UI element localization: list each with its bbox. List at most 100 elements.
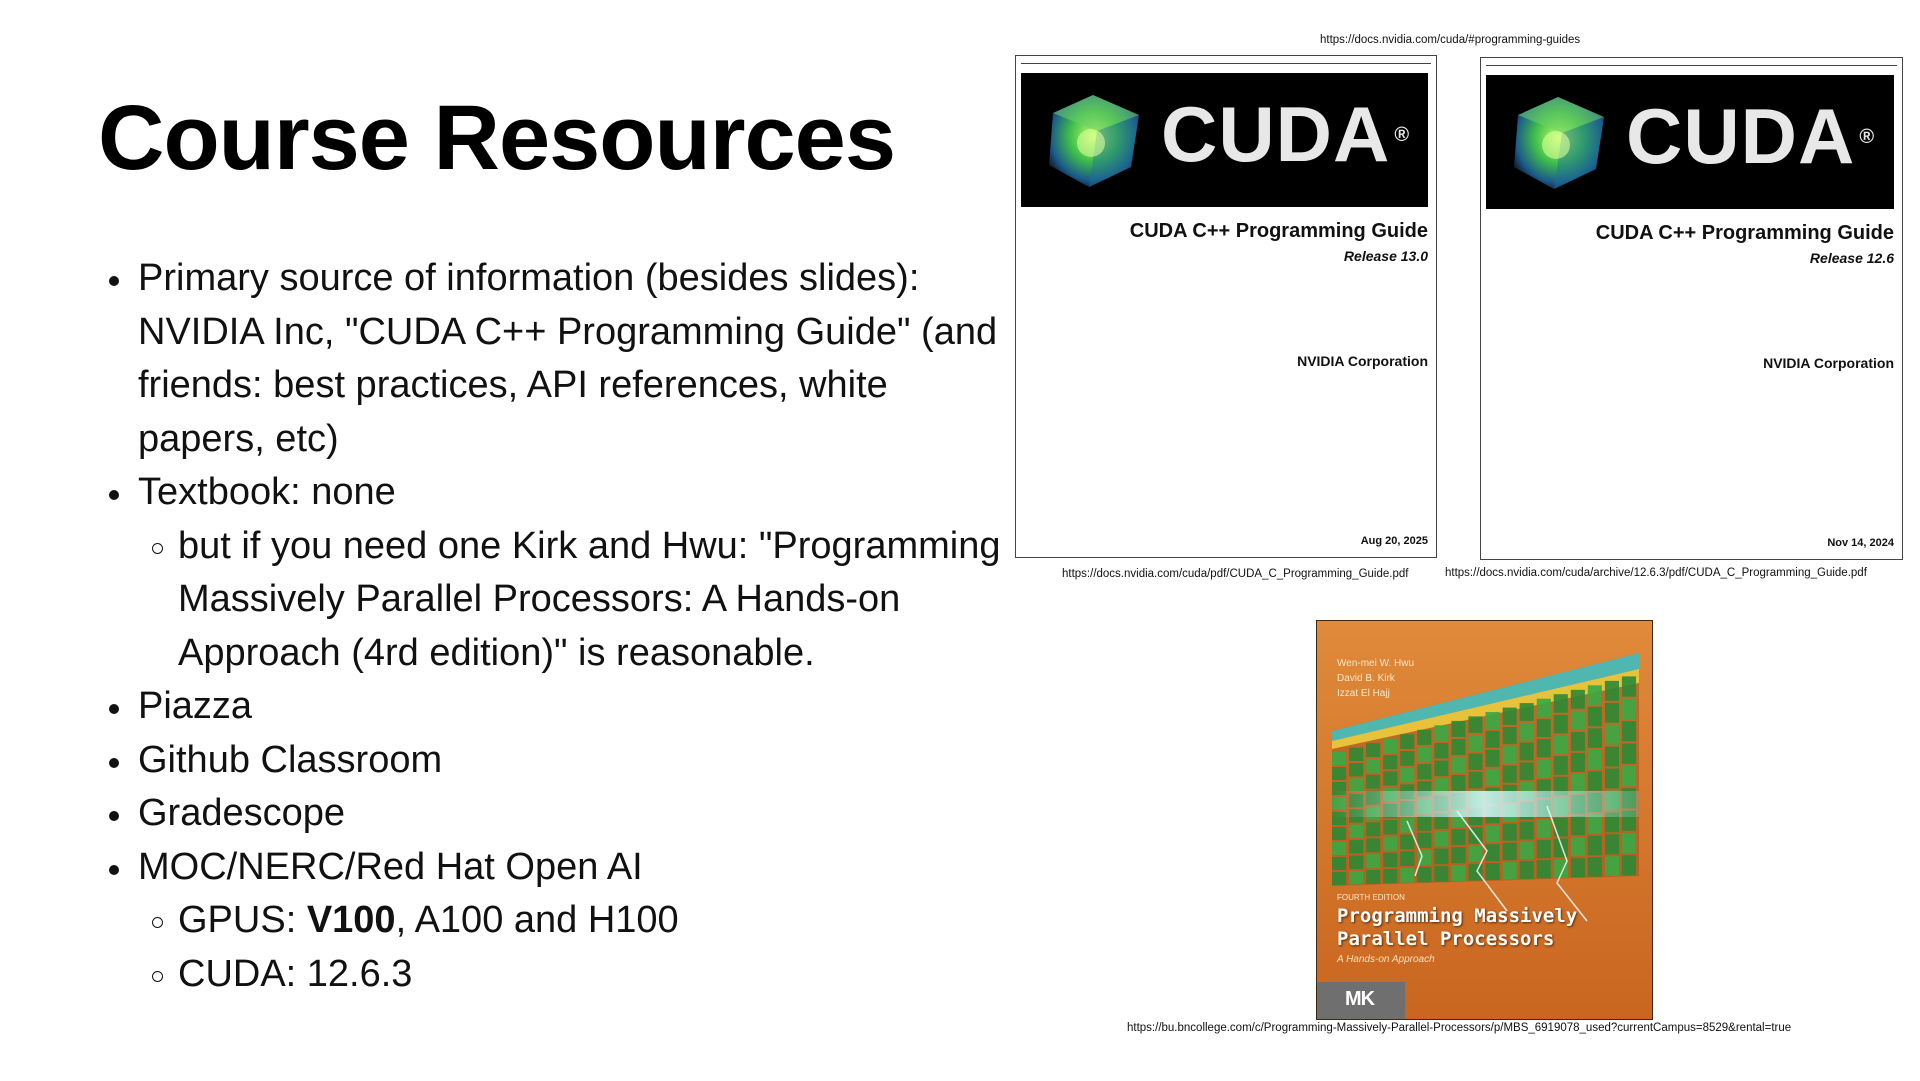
grid-cell — [1536, 840, 1551, 859]
grid-cell — [1468, 716, 1483, 733]
book-edition: FOURTH EDITION — [1337, 893, 1405, 902]
grid-cell — [1349, 778, 1364, 792]
cuda-logo-word: CUDA — [1161, 90, 1391, 178]
grid-cell — [1417, 815, 1432, 831]
grid-cell — [1485, 863, 1500, 880]
grid-cell — [1621, 832, 1636, 854]
cuda-banner: CUDA ® — [1486, 75, 1894, 209]
grid-cell — [1468, 753, 1483, 770]
grid-cell — [1536, 739, 1551, 758]
grid-cell — [1587, 749, 1602, 770]
cuda-banner: CUDA ® — [1021, 73, 1428, 207]
grid-cell — [1502, 707, 1517, 725]
grid-cell — [1519, 722, 1534, 741]
grid-cell — [1536, 698, 1551, 717]
grid-cell — [1519, 742, 1534, 761]
book-subtitle: A Hands-on Approach — [1337, 954, 1435, 965]
mk-logo-text: MK — [1345, 988, 1375, 1010]
grid-cell — [1587, 857, 1602, 877]
guide-current-link[interactable]: https://docs.nvidia.com/cuda/pdf/CUDA_C_… — [1062, 568, 1408, 580]
grid-cell — [1400, 851, 1415, 866]
sub-bullet-cuda-version: CUDA: 12.6.3 — [104, 948, 1024, 1002]
grid-cell — [1349, 840, 1364, 854]
bullet-primary-source: Primary source of information (besides s… — [104, 252, 1024, 466]
grid-cell — [1451, 756, 1466, 773]
pmpp-book-cover[interactable]: Wen-mei W. Hwu David B. Kirk Izzat El Ha… — [1316, 620, 1653, 1020]
registered-mark: ® — [1394, 124, 1411, 146]
grid-cell — [1570, 689, 1585, 709]
grid-cell — [1400, 817, 1415, 833]
cuda-logo-text: CUDA ® — [1161, 95, 1410, 173]
grid-cell — [1604, 834, 1619, 855]
programming-guides-link[interactable]: https://docs.nvidia.com/cuda/#programmin… — [1320, 34, 1580, 46]
grid-cell — [1502, 823, 1517, 841]
grid-cell — [1332, 752, 1347, 765]
cuda-cube-icon — [1514, 97, 1604, 189]
cuda-cube-icon — [1049, 95, 1139, 187]
book-title-line: Programming Massively — [1337, 905, 1578, 927]
grid-cell — [1451, 720, 1466, 737]
grid-cell — [1417, 867, 1432, 883]
book-authors: Wen-mei W. Hwu David B. Kirk Izzat El Ha… — [1337, 656, 1414, 701]
grid-cell — [1570, 752, 1585, 772]
cover-rule — [1021, 63, 1431, 64]
book-author: Izzat El Hajj — [1337, 688, 1390, 699]
guide-archive-link[interactable]: https://docs.nvidia.com/cuda/archive/12.… — [1445, 567, 1867, 579]
grid-cell — [1383, 820, 1398, 835]
grid-cell — [1366, 743, 1381, 757]
cuda-guide-cover-13[interactable]: CUDA ® CUDA C++ Programming Guide Release… — [1015, 55, 1437, 558]
grid-cell — [1383, 771, 1398, 786]
cuda-logo-text: CUDA ® — [1626, 97, 1875, 175]
cover-date: Aug 20, 2025 — [1360, 535, 1428, 547]
grid-cell — [1587, 814, 1602, 834]
grid-cell — [1553, 694, 1568, 713]
grid-cell — [1417, 729, 1432, 745]
grid-cell — [1332, 827, 1347, 840]
grid-cell — [1366, 822, 1381, 837]
grid-cell — [1349, 747, 1364, 761]
grid-cell — [1553, 838, 1568, 858]
grid-cell — [1349, 824, 1364, 839]
grid-cell — [1485, 844, 1500, 862]
book-store-link[interactable]: https://bu.bncollege.com/c/Programming-M… — [1127, 1022, 1791, 1034]
cuda-guide-cover-12-6[interactable]: CUDA ® CUDA C++ Programming Guide Release… — [1480, 57, 1903, 560]
grid-cell — [1468, 864, 1483, 881]
grid-cell — [1400, 751, 1415, 766]
grid-cell — [1400, 767, 1415, 783]
book-author: David B. Kirk — [1337, 673, 1395, 684]
grid-cell — [1604, 680, 1619, 701]
grid-cell — [1587, 706, 1602, 727]
grid-cell — [1502, 862, 1517, 880]
grid-cell — [1621, 676, 1636, 697]
grid-cell — [1366, 838, 1381, 853]
grid-cell — [1621, 743, 1636, 764]
cover-date: Nov 14, 2024 — [1827, 537, 1894, 549]
grid-cell — [1434, 742, 1449, 759]
grid-cell — [1400, 734, 1415, 749]
gpus-v100: V100 — [306, 899, 396, 941]
grid-cell — [1349, 871, 1364, 885]
grid-cell — [1332, 842, 1347, 855]
grid-cell — [1587, 685, 1602, 705]
grid-cell — [1485, 768, 1500, 786]
grid-cell — [1434, 760, 1449, 777]
mk-logo: MK — [1317, 982, 1405, 1019]
sub-bullet-textbook-suggestion: but if you need one Kirk and Hwu: "Progr… — [104, 520, 1024, 681]
grid-cell — [1451, 865, 1466, 882]
book-author: Wen-mei W. Hwu — [1337, 658, 1415, 669]
bullet-piazza: Piazza — [104, 680, 1024, 734]
grid-cell — [1332, 857, 1347, 870]
grid-cell — [1332, 767, 1347, 780]
grid-cell — [1383, 738, 1398, 753]
grid-cell — [1485, 825, 1500, 843]
grid-cell — [1587, 728, 1602, 748]
grid-cell — [1485, 712, 1500, 729]
gpus-rest: , A100 and H100 — [395, 899, 679, 941]
grid-cell — [1502, 765, 1517, 783]
bullet-list: Primary source of information (besides s… — [104, 252, 1024, 1001]
grid-cell — [1570, 858, 1585, 878]
grid-cell — [1570, 816, 1585, 836]
grid-cell — [1502, 842, 1517, 861]
grid-cell — [1451, 775, 1466, 791]
grid-cell — [1434, 848, 1449, 865]
